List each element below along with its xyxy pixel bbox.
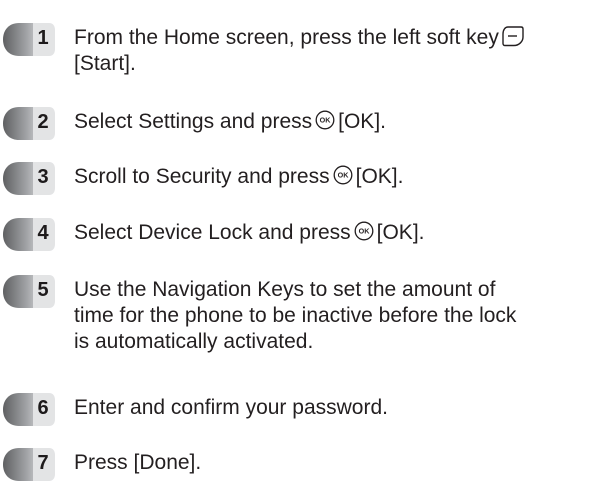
ok-icon-label: OK: [320, 116, 332, 125]
step-number: 6: [37, 397, 49, 419]
step-text: Scroll to Security and press OK [OK].: [74, 164, 588, 190]
step-line-text: [OK].: [355, 165, 404, 188]
ok-key-icon: OK: [315, 110, 335, 130]
step-line-text: Scroll to Security and press: [74, 165, 330, 188]
step-text: Select Device Lock and press OK [OK].: [74, 220, 588, 246]
step-line-text: [OK].: [376, 221, 425, 244]
step-line: Press [Done].: [74, 451, 202, 474]
step-text: From the Home screen, press the left sof…: [74, 25, 588, 77]
step-text: Press [Done].: [74, 450, 588, 476]
step-number: 1: [37, 27, 49, 49]
step-line: [Start].: [74, 52, 136, 75]
step-number-badge: 2: [3, 107, 55, 140]
step-line: Enter and confirm your password.: [74, 396, 388, 419]
step-line: Select Device Lock and press OK [OK].: [74, 220, 588, 246]
ok-icon-label: OK: [337, 171, 349, 180]
step-number: 5: [37, 279, 49, 301]
instruction-steps: 1 From the Home screen, press the left s…: [0, 0, 590, 481]
step-line-text: From the Home screen, press the left sof…: [74, 26, 499, 49]
step-number: 7: [37, 452, 49, 474]
step-line: is automatically activated.: [74, 330, 314, 353]
step-number: 3: [37, 166, 49, 188]
ok-key-icon: OK: [333, 165, 353, 185]
step-number-badge: 7: [3, 448, 55, 481]
step-line-text: [OK].: [338, 110, 386, 133]
step-text: Use the Navigation Keys to set the amoun…: [74, 277, 588, 355]
step-line-text: Select Settings and press: [74, 110, 313, 133]
step-number: 2: [37, 111, 49, 133]
step-text: Enter and confirm your password.: [74, 395, 588, 421]
step-text: Select Settings and press OK [OK].: [74, 109, 588, 135]
step-line: Select Settings and press OK [OK].: [74, 109, 588, 135]
left-soft-key-icon: [502, 25, 524, 47]
step-line: time for the phone to be inactive before…: [74, 304, 517, 327]
step-number-badge: 5: [3, 275, 55, 308]
step-line: Use the Navigation Keys to set the amoun…: [74, 278, 496, 301]
ok-key-icon: OK: [354, 221, 374, 241]
step-number-badge: 3: [3, 162, 55, 195]
step-number-badge: 4: [3, 218, 55, 251]
ok-icon-label: OK: [358, 227, 370, 236]
step-line: From the Home screen, press the left sof…: [74, 25, 588, 51]
step-number-badge: 1: [3, 23, 55, 56]
step-number-badge: 6: [3, 393, 55, 426]
step-number: 4: [37, 222, 49, 244]
step-line-text: Select Device Lock and press: [74, 221, 351, 244]
step-line: Scroll to Security and press OK [OK].: [74, 164, 588, 190]
